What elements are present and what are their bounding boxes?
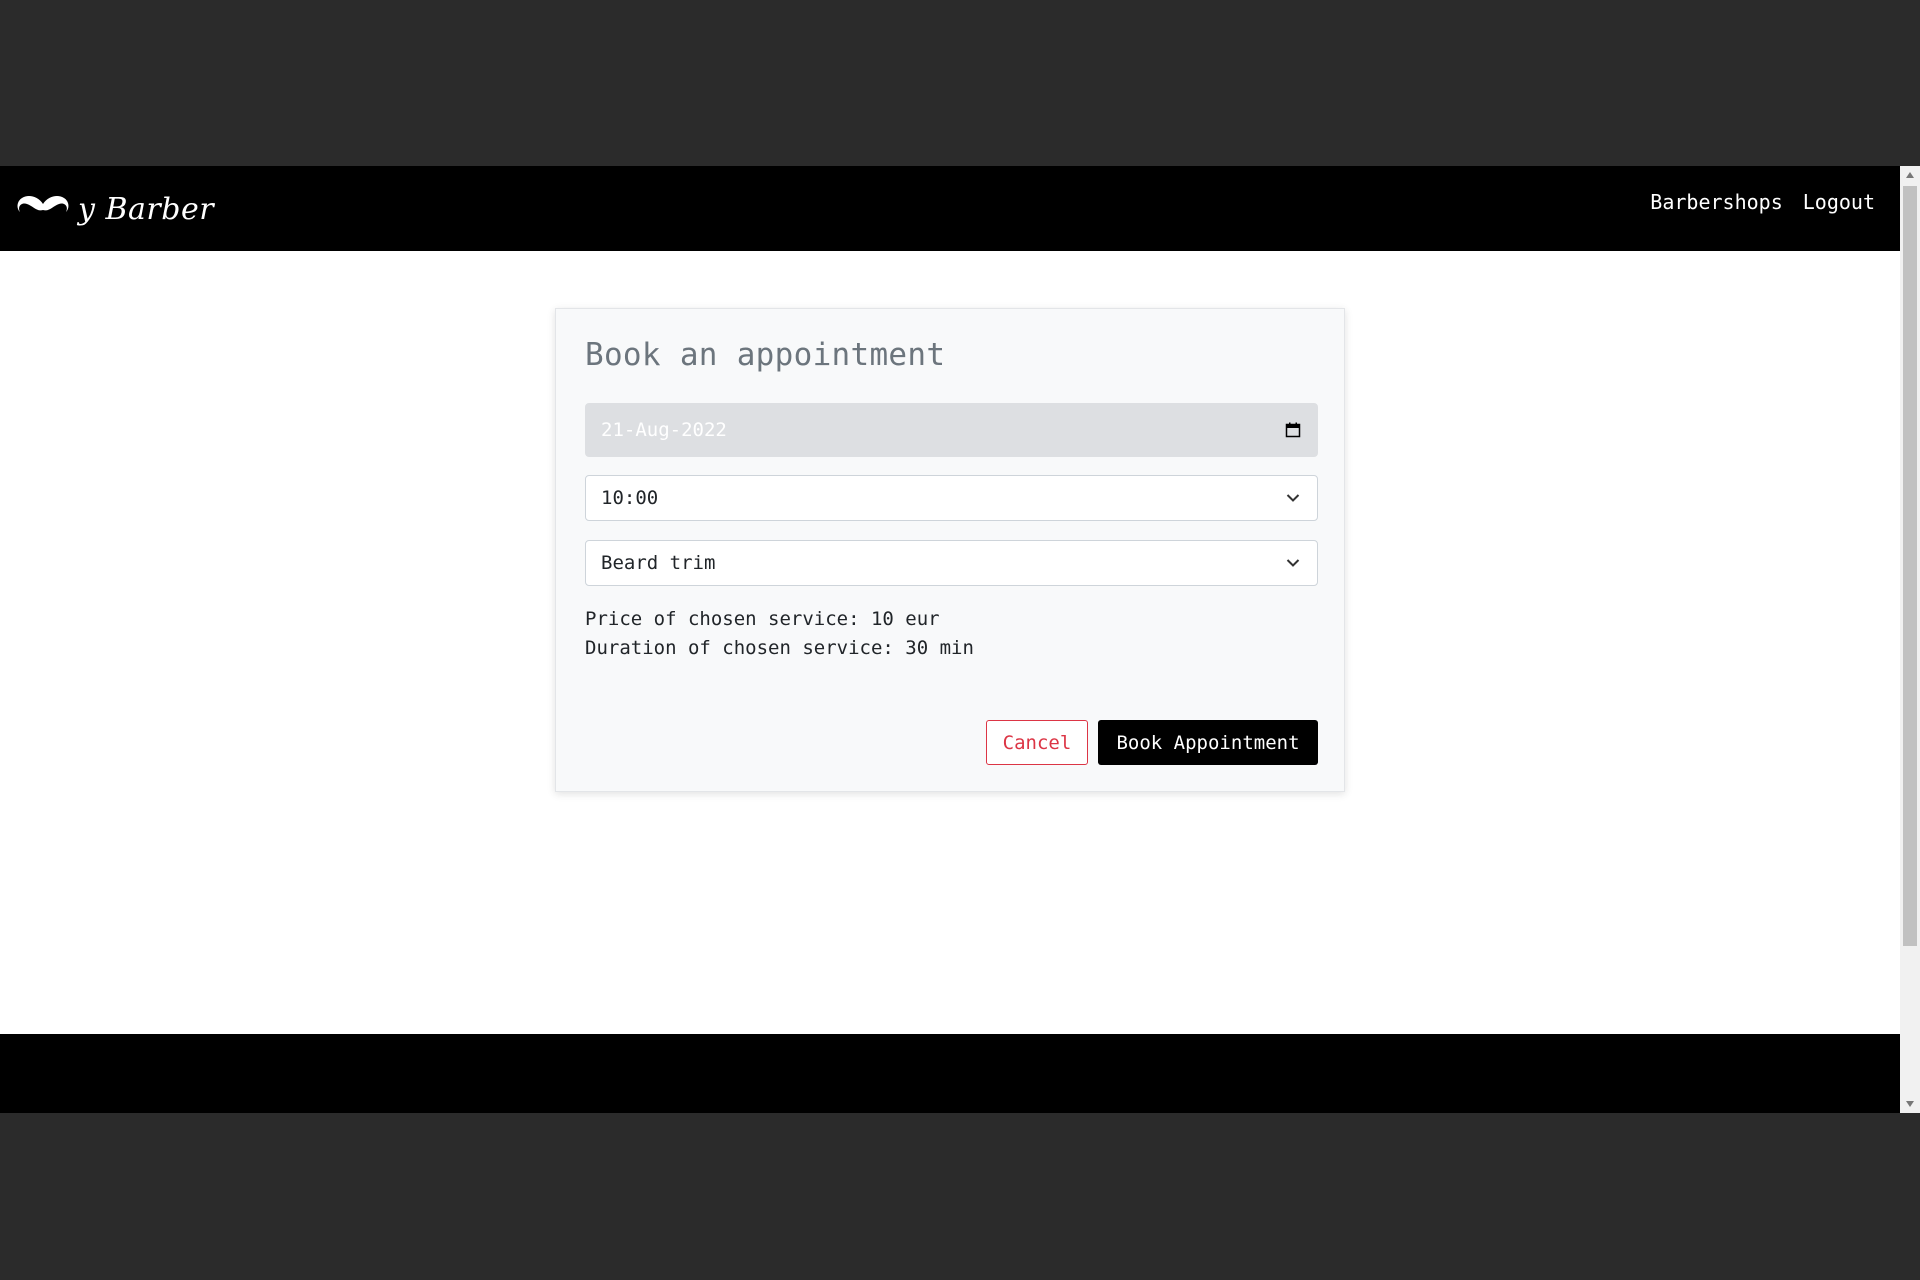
calendar-icon[interactable] [1283,420,1303,440]
scroll-down-arrow-icon[interactable] [1900,1095,1920,1113]
scroll-up-arrow-icon[interactable] [1900,166,1920,184]
brand-name: y Barber [78,191,215,227]
scrollbar-thumb[interactable] [1903,186,1917,946]
brand-logo[interactable]: y Barber [14,184,214,234]
service-info: Price of chosen service: 10 eur Duration… [585,605,974,663]
page-title: Book an appointment [585,337,946,373]
book-appointment-button[interactable]: Book Appointment [1098,720,1318,765]
chevron-down-icon [1283,553,1303,573]
price-text: Price of chosen service: 10 eur [585,608,940,630]
duration-text: Duration of chosen service: 30 min [585,637,974,659]
scrollbar[interactable] [1900,166,1920,1113]
cancel-button[interactable]: Cancel [986,720,1088,765]
navbar: y Barber Barbershops Logout [0,166,1900,251]
chevron-down-icon [1283,488,1303,508]
nav-links: Barbershops Logout [1650,190,1875,214]
browser-viewport: y Barber Barbershops Logout Book an appo… [0,166,1920,1113]
booking-card: Book an appointment 21-Aug-2022 10:00 Be… [555,308,1345,792]
footer [0,1034,1900,1113]
time-select[interactable]: 10:00 [585,475,1318,521]
mustache-icon [14,192,72,226]
date-value: 21-Aug-2022 [601,419,727,441]
service-select[interactable]: Beard trim [585,540,1318,586]
service-value: Beard trim [601,552,716,574]
nav-link-barbershops[interactable]: Barbershops [1650,190,1782,214]
date-input[interactable]: 21-Aug-2022 [585,403,1318,457]
nav-link-logout[interactable]: Logout [1803,190,1875,214]
time-value: 10:00 [601,487,659,509]
